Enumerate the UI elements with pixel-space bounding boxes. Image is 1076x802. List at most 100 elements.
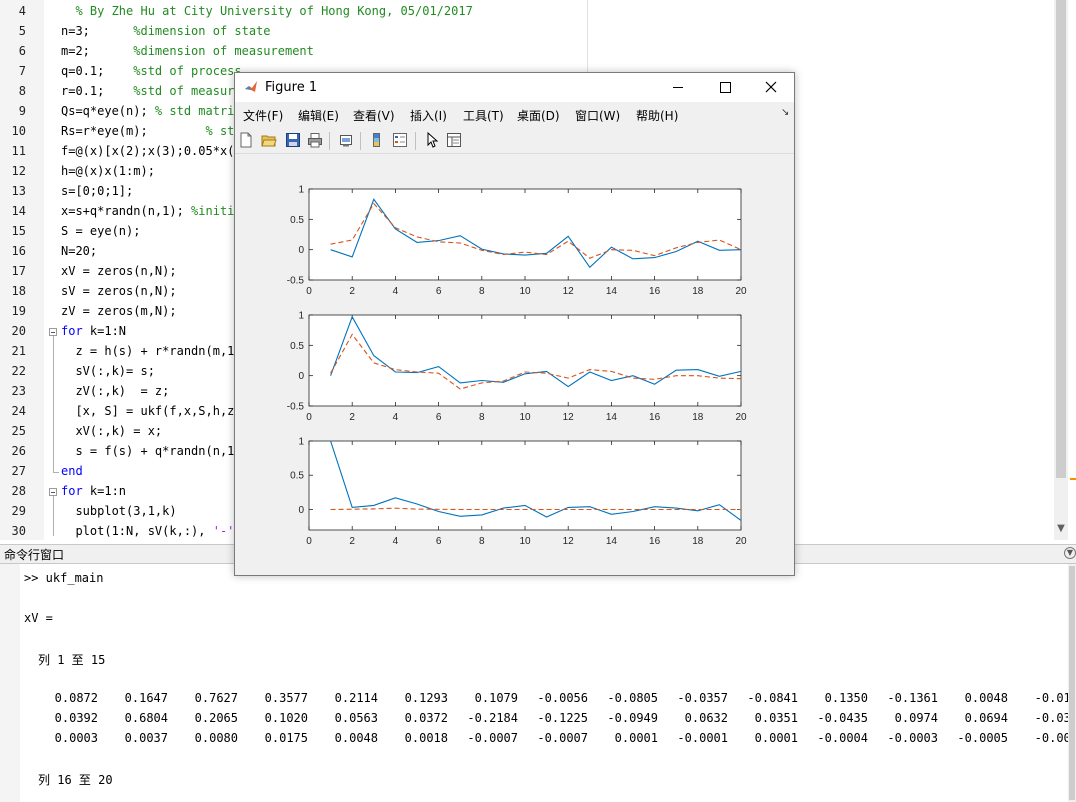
code-line[interactable]: for k=1:N: [61, 324, 126, 338]
open-file-icon[interactable]: [261, 132, 277, 148]
matrix-cell: -0.0005: [957, 731, 1008, 745]
figure-titlebar[interactable]: Figure 1: [235, 73, 794, 102]
matrix-cell: -0.0004: [817, 731, 868, 745]
menu-window[interactable]: 窗口(W): [575, 107, 620, 124]
print-icon[interactable]: [307, 132, 323, 148]
matrix-cell: 0.0175: [264, 731, 308, 745]
code-line[interactable]: end: [61, 464, 83, 478]
legend-icon[interactable]: [392, 132, 408, 148]
code-line[interactable]: q=0.1; %std of process: [61, 64, 242, 78]
menu-help[interactable]: 帮助(H): [636, 107, 678, 124]
code-token: Rs=r*eye(m);: [61, 124, 206, 138]
code-line[interactable]: n=3; %dimension of state: [61, 24, 271, 38]
y-tick-label: 0.5: [290, 341, 304, 352]
subplots-area[interactable]: 0 2 4 6 8 10 12 14 16 18 20-0.500.510 2 4 6 8 10 12 14 16 1…: [235, 155, 794, 575]
editor-scrollbar-thumb[interactable]: [1056, 0, 1066, 478]
toolbar-separator: [360, 132, 361, 150]
code-line[interactable]: f=@(x)[x(2);x(3);0.05*x(1: [61, 144, 242, 158]
code-line[interactable]: S = eye(n);: [61, 224, 140, 238]
matrix-cell: -0.038: [1034, 711, 1076, 725]
dock-arrow-icon[interactable]: ↘: [781, 107, 789, 118]
colorbar-icon[interactable]: [369, 132, 385, 148]
matrix-cell: -0.0007: [537, 731, 588, 745]
variable-name: xV =: [24, 611, 53, 625]
menu-edit[interactable]: 编辑(E): [298, 107, 339, 124]
code-line[interactable]: m=2; %dimension of measurement: [61, 44, 314, 58]
matrix-cell: 0.1020: [264, 711, 308, 725]
y-tick-label: 0.5: [290, 471, 304, 482]
code-line[interactable]: r=0.1; %std of measure: [61, 84, 242, 98]
minimize-button[interactable]: [655, 73, 701, 102]
matrix-cell: 0.0632: [684, 711, 728, 725]
menu-tools[interactable]: 工具(T): [463, 107, 504, 124]
code-line[interactable]: N=20;: [61, 244, 97, 258]
code-line[interactable]: s=[0;0;1];: [61, 184, 133, 198]
code-line[interactable]: % By Zhe Hu at City University of Hong K…: [61, 4, 472, 18]
fold-collapse-icon[interactable]: [49, 488, 57, 496]
code-line[interactable]: for k=1:n: [61, 484, 126, 498]
close-button[interactable]: [748, 73, 794, 102]
command-window[interactable]: >> ukf_main xV = 列 1 至 15 0.0872 0.1647 0.…: [0, 564, 1076, 802]
code-token: plot(1:N, sV(k,:),: [61, 524, 213, 538]
code-line[interactable]: sV = zeros(n,N);: [61, 284, 177, 298]
property-editor-icon[interactable]: [446, 132, 462, 148]
code-comment: %dimension of measurement: [133, 44, 314, 58]
code-line[interactable]: plot(1:N, sV(k,:), '-',: [61, 524, 249, 538]
y-tick-label: 0: [298, 245, 304, 256]
code-line[interactable]: z = h(s) + r*randn(m,1): [61, 344, 241, 358]
new-figure-icon[interactable]: [238, 132, 254, 148]
matrix-cell: -0.0841: [747, 691, 798, 705]
y-tick-label: 1: [298, 311, 304, 322]
editor-warning-marker[interactable]: [1070, 478, 1076, 480]
code-line[interactable]: xV = zeros(n,N);: [61, 264, 177, 278]
edit-plot-arrow-icon[interactable]: [424, 132, 440, 148]
line-number: 18: [11, 284, 26, 298]
x-tick-label: 20: [735, 536, 747, 547]
code-token: zV(:,k) = z;: [61, 384, 170, 398]
menu-insert[interactable]: 插入(I): [410, 107, 447, 124]
scroll-down-arrow-icon[interactable]: ▼: [1054, 522, 1068, 536]
code-line[interactable]: s = f(s) + q*randn(n,1): [61, 444, 241, 458]
code-line[interactable]: [x, S] = ukf(f,x,S,h,z,: [61, 404, 241, 418]
code-line[interactable]: sV(:,k)= s;: [61, 364, 154, 378]
code-line[interactable]: Rs=r*eye(m); % std: [61, 124, 242, 138]
x-tick-label: 2: [349, 536, 355, 547]
code-line[interactable]: zV(:,k) = z;: [61, 384, 169, 398]
y-tick-label: 1: [298, 185, 304, 196]
menu-view[interactable]: 查看(V): [353, 107, 395, 124]
figure-window[interactable]: Figure 1 文件(F) 编辑(E) 查看(V) 插入(I) 工具(T) 桌…: [234, 72, 795, 576]
command-window-scrollbar-thumb[interactable]: [1069, 566, 1075, 800]
matrix-cell: 0.0974: [894, 711, 938, 725]
line-number: 20: [11, 324, 26, 338]
line-number: 4: [18, 4, 26, 18]
matrix-cell: 0.1647: [124, 691, 168, 705]
menu-desktop[interactable]: 桌面(D): [517, 107, 560, 124]
print-preview-icon[interactable]: [338, 132, 354, 148]
figure-canvas[interactable]: 0 2 4 6 8 10 12 14 16 18 20 -0.5 0 0.5 1 0 2 4 6 8 10 12 14 16 1…: [235, 155, 794, 575]
code-keyword: end: [61, 464, 83, 478]
menu-file[interactable]: 文件(F): [243, 107, 283, 124]
command-window-title: 命令行窗口: [4, 548, 65, 562]
line-number: 30: [11, 524, 26, 538]
code-line[interactable]: xV(:,k) = x;: [61, 424, 162, 438]
panel-actions-icon[interactable]: ▼: [1064, 547, 1076, 559]
x-tick-label: 10: [519, 412, 531, 423]
x-tick-label: 6: [436, 286, 442, 297]
code-line[interactable]: subplot(3,1,k): [61, 504, 176, 518]
matrix-cell: 0.7627: [194, 691, 238, 705]
x-tick-label: 12: [563, 286, 575, 297]
matrix-cell: -0.0949: [607, 711, 658, 725]
x-tick-label: 12: [563, 536, 575, 547]
maximize-button[interactable]: [702, 73, 748, 102]
code-line[interactable]: Qs=q*eye(n); % std matrix: [61, 104, 242, 118]
close-icon: [765, 81, 777, 93]
line-number: 22: [11, 364, 26, 378]
code-token: N=20;: [61, 244, 98, 258]
fold-collapse-icon[interactable]: [49, 328, 57, 336]
code-line[interactable]: x=s+q*randn(n,1); %initia: [61, 204, 242, 218]
code-line[interactable]: h=@(x)x(1:m);: [61, 164, 155, 178]
code-line[interactable]: zV = zeros(m,N);: [61, 304, 177, 318]
y-tick-label: 1: [298, 437, 304, 448]
code-token: xV(:,k) = x;: [61, 424, 163, 438]
save-icon[interactable]: [285, 132, 301, 148]
